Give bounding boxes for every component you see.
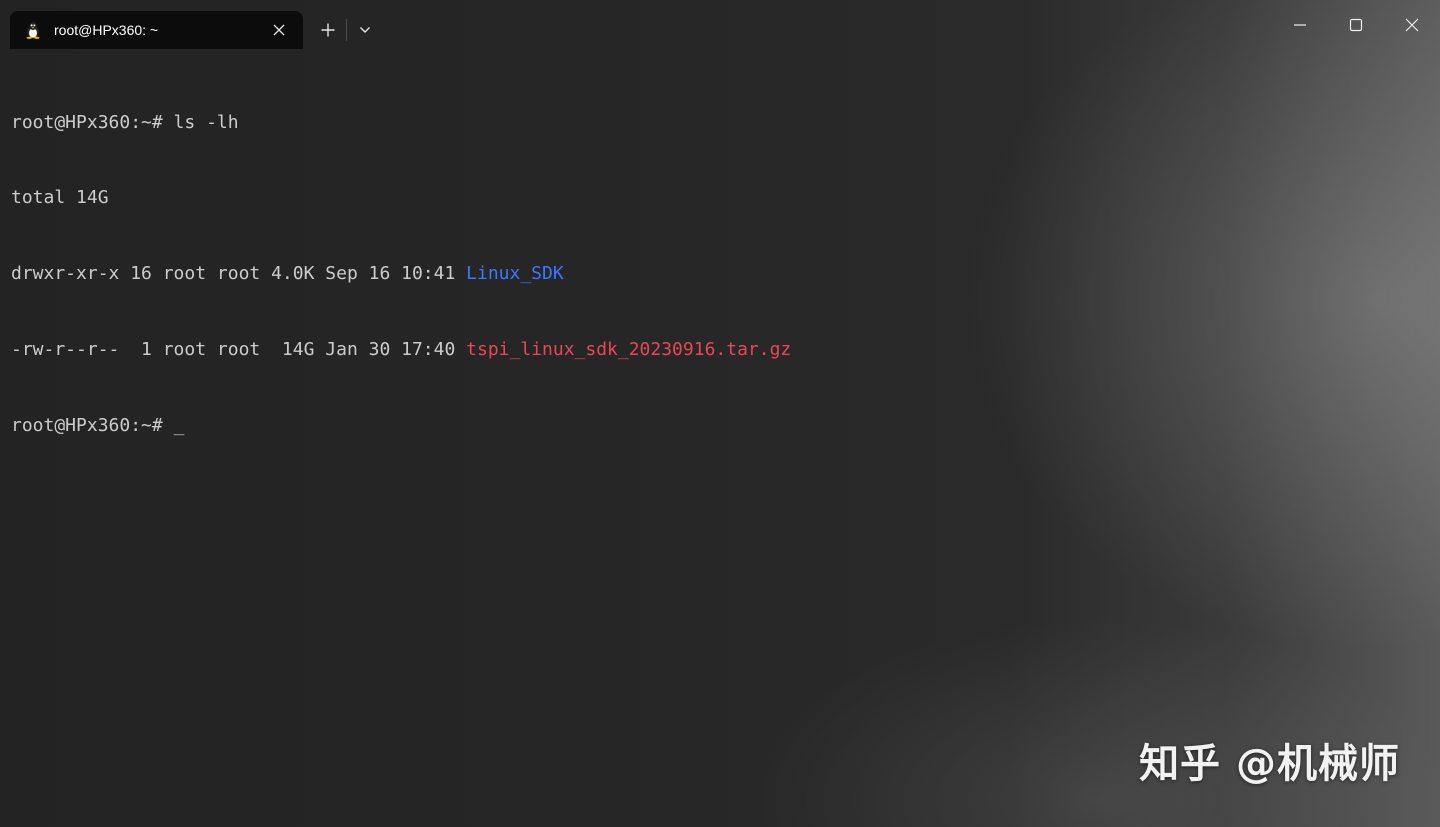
new-tab-button[interactable] xyxy=(310,14,346,46)
linux-tux-icon xyxy=(24,21,42,39)
terminal-line: total 14G xyxy=(11,185,1440,210)
tab-dropdown-button[interactable] xyxy=(347,14,383,46)
archive-file-name: tspi_linux_sdk_20230916.tar.gz xyxy=(466,339,792,361)
close-window-button[interactable] xyxy=(1384,0,1440,50)
terminal-line: -rw-r--r-- 1 root root 14G Jan 30 17:40 … xyxy=(11,337,1440,362)
terminal-line: drwxr-xr-x 16 root root 4.0K Sep 16 10:4… xyxy=(11,261,1440,286)
new-tab-group xyxy=(310,14,383,46)
tab-active[interactable]: root@HPx360: ~ xyxy=(10,11,303,49)
listing-details: -rw-r--r-- 1 root root 14G Jan 30 17:40 xyxy=(11,339,467,361)
close-tab-button[interactable] xyxy=(265,16,293,44)
prompt: root@HPx360:~# xyxy=(11,415,174,437)
maximize-button[interactable] xyxy=(1328,0,1384,50)
close-icon xyxy=(273,24,285,36)
total-line: total 14G xyxy=(11,187,109,209)
tab-title: root@HPx360: ~ xyxy=(54,22,159,38)
listing-details: drwxr-xr-x 16 root root 4.0K Sep 16 10:4… xyxy=(11,263,467,285)
command-line: root@HPx360:~# ls -lh xyxy=(11,111,239,133)
window-controls xyxy=(1272,0,1440,50)
minimize-icon xyxy=(1294,24,1306,26)
terminal-window: root@HPx360: ~ root@HPx360:~# ls -lh tot… xyxy=(0,0,1440,827)
maximize-icon xyxy=(1349,18,1363,32)
close-icon xyxy=(1405,18,1419,32)
text-cursor: _ xyxy=(173,415,185,437)
directory-name: Linux_SDK xyxy=(466,263,564,285)
terminal-output[interactable]: root@HPx360:~# ls -lh total 14G drwxr-xr… xyxy=(11,59,1440,827)
chevron-down-icon xyxy=(360,27,370,33)
watermark: 知乎 @机械师 xyxy=(1139,741,1400,787)
title-bar[interactable]: root@HPx360: ~ xyxy=(0,0,1440,50)
terminal-line: root@HPx360:~# ls -lh xyxy=(11,110,1440,135)
terminal-line: root@HPx360:~# _ xyxy=(11,413,1440,438)
plus-icon xyxy=(321,23,335,37)
minimize-button[interactable] xyxy=(1272,0,1328,50)
